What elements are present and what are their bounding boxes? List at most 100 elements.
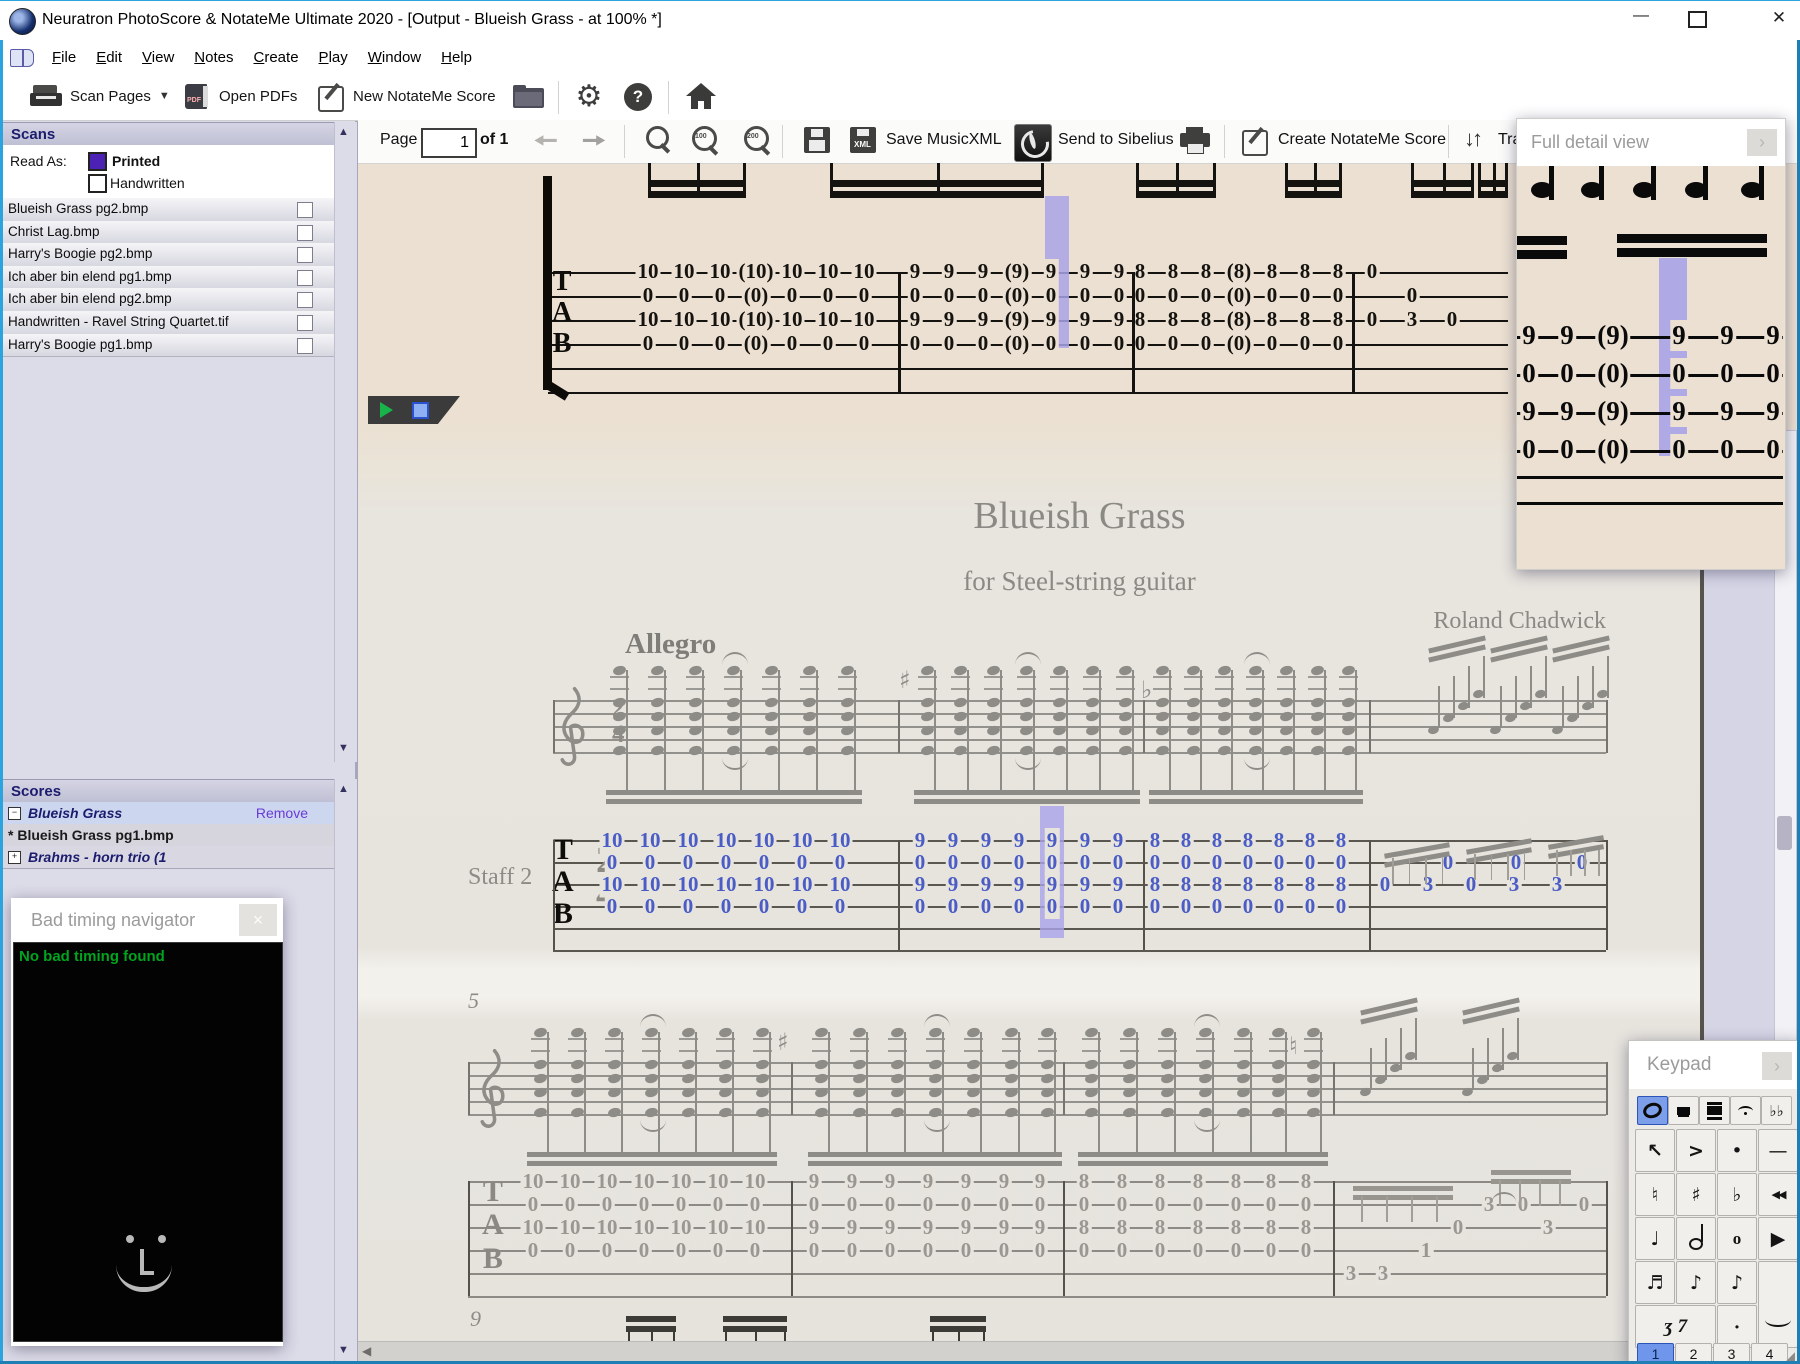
scan-tab-number[interactable]: 8 [1165, 307, 1181, 332]
scan-tab-number[interactable]: 8 [1132, 307, 1148, 332]
scan-tab-number[interactable]: 10 [671, 307, 697, 332]
scan-tab-number[interactable]: 10 [671, 259, 697, 284]
scans-scroll-down-icon[interactable]: ▼ [338, 742, 349, 754]
scan-tab-number[interactable]: 0 [820, 283, 836, 308]
tab-number[interactable]: 8 [1298, 1215, 1314, 1240]
tab-number[interactable]: 0 [1032, 1238, 1048, 1263]
maximize-button[interactable] [1688, 11, 1707, 28]
scan-item-checkbox[interactable] [297, 269, 313, 286]
zoom-200-icon[interactable]: 200 [744, 126, 774, 156]
tab-number[interactable]: 9 [1032, 1169, 1048, 1194]
scan-tab-number[interactable]: 0 [1111, 283, 1127, 308]
scan-tab-number[interactable]: 8 [1198, 259, 1214, 284]
tab-number[interactable]: 0 [1302, 894, 1318, 919]
tab-number[interactable]: 0 [747, 1238, 763, 1263]
scan-list-item[interactable]: Christ Lag.bmp [0, 220, 334, 245]
augmentation-dot-button[interactable]: • [1717, 1305, 1757, 1348]
tab-number[interactable]: 0 [794, 894, 810, 919]
tab-number[interactable]: 0 [642, 894, 658, 919]
scan-list-item[interactable]: Harry's Boogie pg1.bmp [0, 333, 334, 358]
scan-tab-number[interactable]: 0 [784, 331, 800, 356]
scan-tab-number[interactable]: 0 [1198, 283, 1214, 308]
tab-number[interactable]: 0 [599, 1192, 615, 1217]
whole-note-button[interactable]: o [1717, 1217, 1757, 1260]
scan-tab-number[interactable]: 9 [1111, 259, 1127, 284]
tab-number[interactable]: 0 [1377, 872, 1393, 897]
quarter-note-button[interactable]: ♩ [1635, 1217, 1675, 1260]
scan-tab-number[interactable]: 8 [1264, 307, 1280, 332]
scan-tab-number[interactable]: 9 [907, 259, 923, 284]
scan-tab-number[interactable]: 9 [941, 259, 957, 284]
tab-number[interactable]: 8 [1190, 1169, 1206, 1194]
tie-button[interactable] [1758, 1261, 1798, 1348]
scan-tab-number[interactable]: 10 [635, 307, 661, 332]
scan-tab-number[interactable]: 0 [975, 283, 991, 308]
breve-tab[interactable] [1699, 1096, 1730, 1125]
tab-number[interactable]: 10 [557, 1215, 583, 1240]
scan-tab-number[interactable]: 8 [1264, 259, 1280, 284]
tab-number[interactable]: 0 [920, 1192, 936, 1217]
tab-number[interactable]: 0 [680, 894, 696, 919]
tab-number[interactable]: 0 [1228, 1238, 1244, 1263]
tab-number[interactable]: 9 [1032, 1215, 1048, 1240]
tab-number[interactable]: 0 [1114, 1238, 1130, 1263]
scan-item-checkbox[interactable] [297, 292, 313, 309]
score-page-item[interactable]: * Blueish Grass pg1.bmp [0, 824, 334, 847]
scan-tab-number[interactable]: 0 [1330, 331, 1346, 356]
staccato-button[interactable]: • [1717, 1129, 1757, 1172]
tab-number[interactable]: 3 [1540, 1215, 1556, 1240]
natural-button[interactable]: ♮ [1635, 1173, 1675, 1216]
tab-number[interactable]: 0 [673, 1238, 689, 1263]
tab-number[interactable]: 0 [1152, 1238, 1168, 1263]
tab-number[interactable]: 10 [705, 1215, 731, 1240]
scan-tab-number[interactable]: 0 [856, 331, 872, 356]
tab-number[interactable]: 9 [996, 1169, 1012, 1194]
scan-tab-number[interactable]: 0 [784, 283, 800, 308]
scan-list-item[interactable]: Harry's Boogie pg2.bmp [0, 243, 334, 267]
tab-number[interactable]: 8 [1114, 1215, 1130, 1240]
tab-number[interactable]: 0 [1190, 1192, 1206, 1217]
save-xml-icon[interactable]: XML [850, 127, 876, 153]
tab-number[interactable]: 0 [844, 1238, 860, 1263]
scan-tab-number[interactable]: 0 [712, 283, 728, 308]
double-flat-tab[interactable]: ♭♭ [1761, 1096, 1792, 1125]
scan-item-checkbox[interactable] [297, 247, 313, 264]
tab-number[interactable]: 9 [844, 1169, 860, 1194]
scan-tab-number[interactable]: 0 [1364, 259, 1380, 284]
tab-number[interactable]: 3 [1506, 872, 1522, 897]
handwritten-checkbox[interactable] [88, 174, 107, 193]
collapse-icon[interactable]: − [8, 807, 21, 820]
close-button[interactable]: ✕ [1758, 8, 1800, 36]
tab-number[interactable]: 0 [636, 1238, 652, 1263]
scan-tab-number[interactable]: 9 [975, 259, 991, 284]
tab-number[interactable]: 0 [1077, 894, 1093, 919]
scan-tab-number[interactable]: 0 [640, 283, 656, 308]
tab-number[interactable]: 0 [844, 1192, 860, 1217]
scan-tab-number[interactable]: 9 [1111, 307, 1127, 332]
scan-tab-number[interactable]: 0 [941, 331, 957, 356]
tab-number[interactable]: 10 [594, 1169, 620, 1194]
tab-number[interactable]: 0 [1076, 1238, 1092, 1263]
scan-tab-number[interactable]: 0 [1198, 331, 1214, 356]
transpose-icon[interactable]: ↓↑ [1464, 126, 1483, 152]
half-note-button[interactable] [1676, 1217, 1716, 1260]
tab-number[interactable]: 1 [1418, 1238, 1434, 1263]
eighth-note-button[interactable]: ♪ [1676, 1261, 1716, 1304]
grace-note-button[interactable]: ♪ [1717, 1261, 1757, 1304]
scan-tab-number[interactable]: (10) [736, 307, 776, 332]
tab-number[interactable]: 0 [1110, 894, 1126, 919]
scan-tab-number[interactable]: 8 [1297, 307, 1313, 332]
scan-tab-number[interactable]: 10 [779, 307, 805, 332]
whole-note-tab[interactable] [1637, 1096, 1668, 1125]
tab-number[interactable]: 9 [844, 1215, 860, 1240]
tab-number[interactable]: 0 [525, 1192, 541, 1217]
scan-item-checkbox[interactable] [297, 337, 313, 354]
scan-tab-number[interactable]: 0 [1043, 283, 1059, 308]
scan-tab-number[interactable]: 0 [941, 283, 957, 308]
tab-number[interactable]: 8 [1298, 1169, 1314, 1194]
tab-number[interactable]: 0 [673, 1192, 689, 1217]
scores-scrollbar[interactable] [334, 779, 357, 1364]
tab-number[interactable]: 10 [594, 1215, 620, 1240]
tab-number[interactable]: 0 [599, 1238, 615, 1263]
tab-number[interactable]: 3 [1375, 1261, 1391, 1286]
